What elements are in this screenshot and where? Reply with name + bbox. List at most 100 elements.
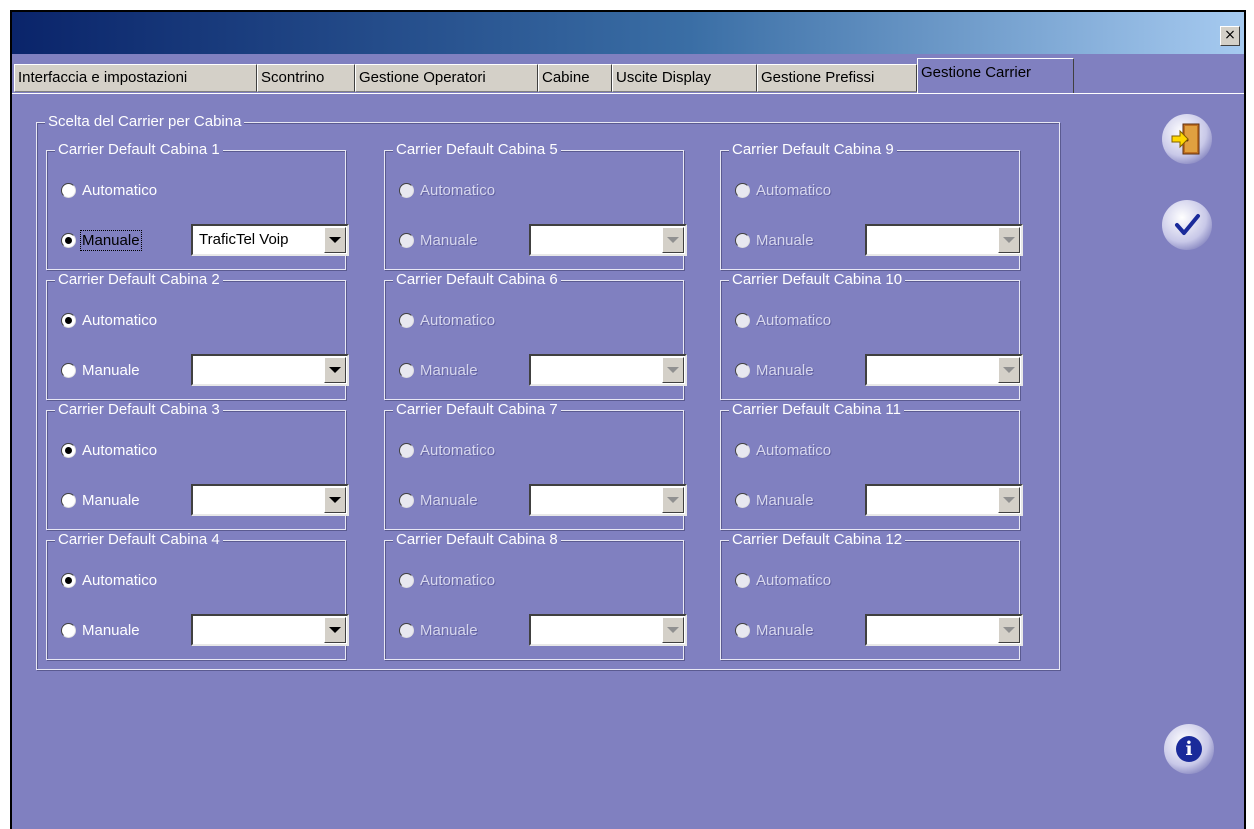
- manuale-option[interactable]: Manuale: [735, 489, 814, 511]
- manuale-option[interactable]: Manuale: [399, 489, 478, 511]
- manuale-option[interactable]: Manuale: [61, 359, 140, 381]
- close-button[interactable]: ×: [1220, 26, 1240, 46]
- manuale-label: Manuale: [756, 231, 814, 249]
- tab-interfaccia[interactable]: Interfaccia e impostazioni: [14, 64, 257, 92]
- title-bar: ×: [12, 12, 1244, 54]
- automatico-radio[interactable]: [61, 312, 76, 328]
- automatico-radio[interactable]: [399, 442, 414, 458]
- dropdown-arrow-icon[interactable]: [324, 617, 346, 643]
- info-button[interactable]: i: [1164, 724, 1214, 774]
- automatico-radio[interactable]: [399, 312, 414, 328]
- carrier-dropdown[interactable]: [865, 224, 1023, 256]
- manuale-label: Manuale: [80, 229, 142, 251]
- manuale-option[interactable]: Manuale: [399, 619, 478, 641]
- automatico-label: Automatico: [82, 441, 158, 459]
- cabin-group-title: Carrier Default Cabina 3: [55, 401, 223, 419]
- dropdown-arrow-icon[interactable]: [324, 487, 346, 513]
- automatico-option[interactable]: Automatico: [399, 569, 495, 591]
- manuale-radio[interactable]: [735, 232, 750, 248]
- cabin-group-1: Carrier Default Cabina 1 Automatico Manual…: [46, 141, 349, 270]
- carrier-dropdown[interactable]: [191, 354, 349, 386]
- manuale-radio[interactable]: [399, 622, 414, 638]
- dropdown-arrow-icon[interactable]: [998, 487, 1020, 513]
- cabin-group-title: Carrier Default Cabina 9: [729, 141, 897, 159]
- cabin-group-title: Carrier Default Cabina 1: [55, 141, 223, 159]
- automatico-radio[interactable]: [61, 182, 76, 198]
- automatico-radio[interactable]: [61, 442, 76, 458]
- tab-cabine[interactable]: Cabine: [538, 64, 612, 92]
- automatico-option[interactable]: Automatico: [399, 179, 495, 201]
- manuale-radio[interactable]: [61, 492, 76, 508]
- dropdown-arrow-icon[interactable]: [998, 227, 1020, 253]
- manuale-radio[interactable]: [735, 622, 750, 638]
- automatico-radio[interactable]: [61, 572, 76, 588]
- automatico-option[interactable]: Automatico: [735, 569, 831, 591]
- tab-gestione-carrier[interactable]: Gestione Carrier: [917, 58, 1074, 94]
- automatico-option[interactable]: Automatico: [399, 439, 495, 461]
- confirm-button[interactable]: [1162, 200, 1212, 250]
- manuale-option[interactable]: Manuale: [399, 359, 478, 381]
- manuale-label: Manuale: [82, 361, 140, 379]
- carrier-dropdown[interactable]: [865, 614, 1023, 646]
- manuale-radio[interactable]: [735, 492, 750, 508]
- manuale-radio[interactable]: [399, 362, 414, 378]
- manuale-option[interactable]: Manuale: [61, 489, 140, 511]
- manuale-radio[interactable]: [61, 622, 76, 638]
- carrier-dropdown[interactable]: TraficTel Voip: [191, 224, 349, 256]
- automatico-label: Automatico: [420, 311, 496, 329]
- carrier-dropdown[interactable]: [191, 614, 349, 646]
- carrier-dropdown[interactable]: [865, 354, 1023, 386]
- manuale-option[interactable]: Manuale: [61, 229, 142, 251]
- carrier-dropdown[interactable]: [865, 484, 1023, 516]
- tab-gestione-operatori[interactable]: Gestione Operatori: [355, 64, 538, 92]
- manuale-option[interactable]: Manuale: [399, 229, 478, 251]
- carrier-dropdown[interactable]: [529, 484, 687, 516]
- automatico-option[interactable]: Automatico: [61, 569, 157, 591]
- manuale-option[interactable]: Manuale: [735, 619, 814, 641]
- dropdown-arrow-icon[interactable]: [324, 357, 346, 383]
- manuale-label: Manuale: [420, 621, 478, 639]
- manuale-radio[interactable]: [399, 492, 414, 508]
- dropdown-arrow-icon[interactable]: [662, 357, 684, 383]
- cabin-group-9: Carrier Default Cabina 9 Automatico Manual…: [720, 141, 1023, 270]
- carrier-dropdown[interactable]: [191, 484, 349, 516]
- automatico-option[interactable]: Automatico: [735, 309, 831, 331]
- dropdown-arrow-icon[interactable]: [324, 227, 346, 253]
- manuale-option[interactable]: Manuale: [735, 229, 814, 251]
- automatico-radio[interactable]: [735, 442, 750, 458]
- cabin-group-10: Carrier Default Cabina 10 Automatico Manua…: [720, 271, 1023, 400]
- automatico-option[interactable]: Automatico: [61, 439, 157, 461]
- automatico-option[interactable]: Automatico: [735, 439, 831, 461]
- automatico-radio[interactable]: [735, 572, 750, 588]
- dropdown-arrow-icon[interactable]: [662, 227, 684, 253]
- manuale-radio[interactable]: [399, 232, 414, 248]
- automatico-radio[interactable]: [399, 182, 414, 198]
- carrier-selection-title: Scelta del Carrier per Cabina: [45, 113, 245, 131]
- cabin-group-11: Carrier Default Cabina 11 Automatico Manua…: [720, 401, 1023, 530]
- carrier-dropdown[interactable]: [529, 614, 687, 646]
- manuale-radio[interactable]: [735, 362, 750, 378]
- exit-button[interactable]: [1162, 114, 1212, 164]
- tab-gestione-prefissi[interactable]: Gestione Prefissi: [757, 64, 917, 92]
- cabin-group-title: Carrier Default Cabina 5: [393, 141, 561, 159]
- automatico-radio[interactable]: [399, 572, 414, 588]
- manuale-radio[interactable]: [61, 232, 76, 248]
- manuale-option[interactable]: Manuale: [61, 619, 140, 641]
- dropdown-arrow-icon[interactable]: [662, 617, 684, 643]
- manuale-option[interactable]: Manuale: [735, 359, 814, 381]
- carrier-dropdown[interactable]: [529, 354, 687, 386]
- carrier-dropdown[interactable]: [529, 224, 687, 256]
- manuale-radio[interactable]: [61, 362, 76, 378]
- automatico-label: Automatico: [756, 571, 832, 589]
- automatico-option[interactable]: Automatico: [61, 179, 157, 201]
- dropdown-arrow-icon[interactable]: [662, 487, 684, 513]
- automatico-radio[interactable]: [735, 312, 750, 328]
- automatico-option[interactable]: Automatico: [399, 309, 495, 331]
- dropdown-arrow-icon[interactable]: [998, 617, 1020, 643]
- tab-scontrino[interactable]: Scontrino: [257, 64, 355, 92]
- automatico-radio[interactable]: [735, 182, 750, 198]
- dropdown-arrow-icon[interactable]: [998, 357, 1020, 383]
- automatico-option[interactable]: Automatico: [61, 309, 157, 331]
- tab-uscite-display[interactable]: Uscite Display: [612, 64, 757, 92]
- automatico-option[interactable]: Automatico: [735, 179, 831, 201]
